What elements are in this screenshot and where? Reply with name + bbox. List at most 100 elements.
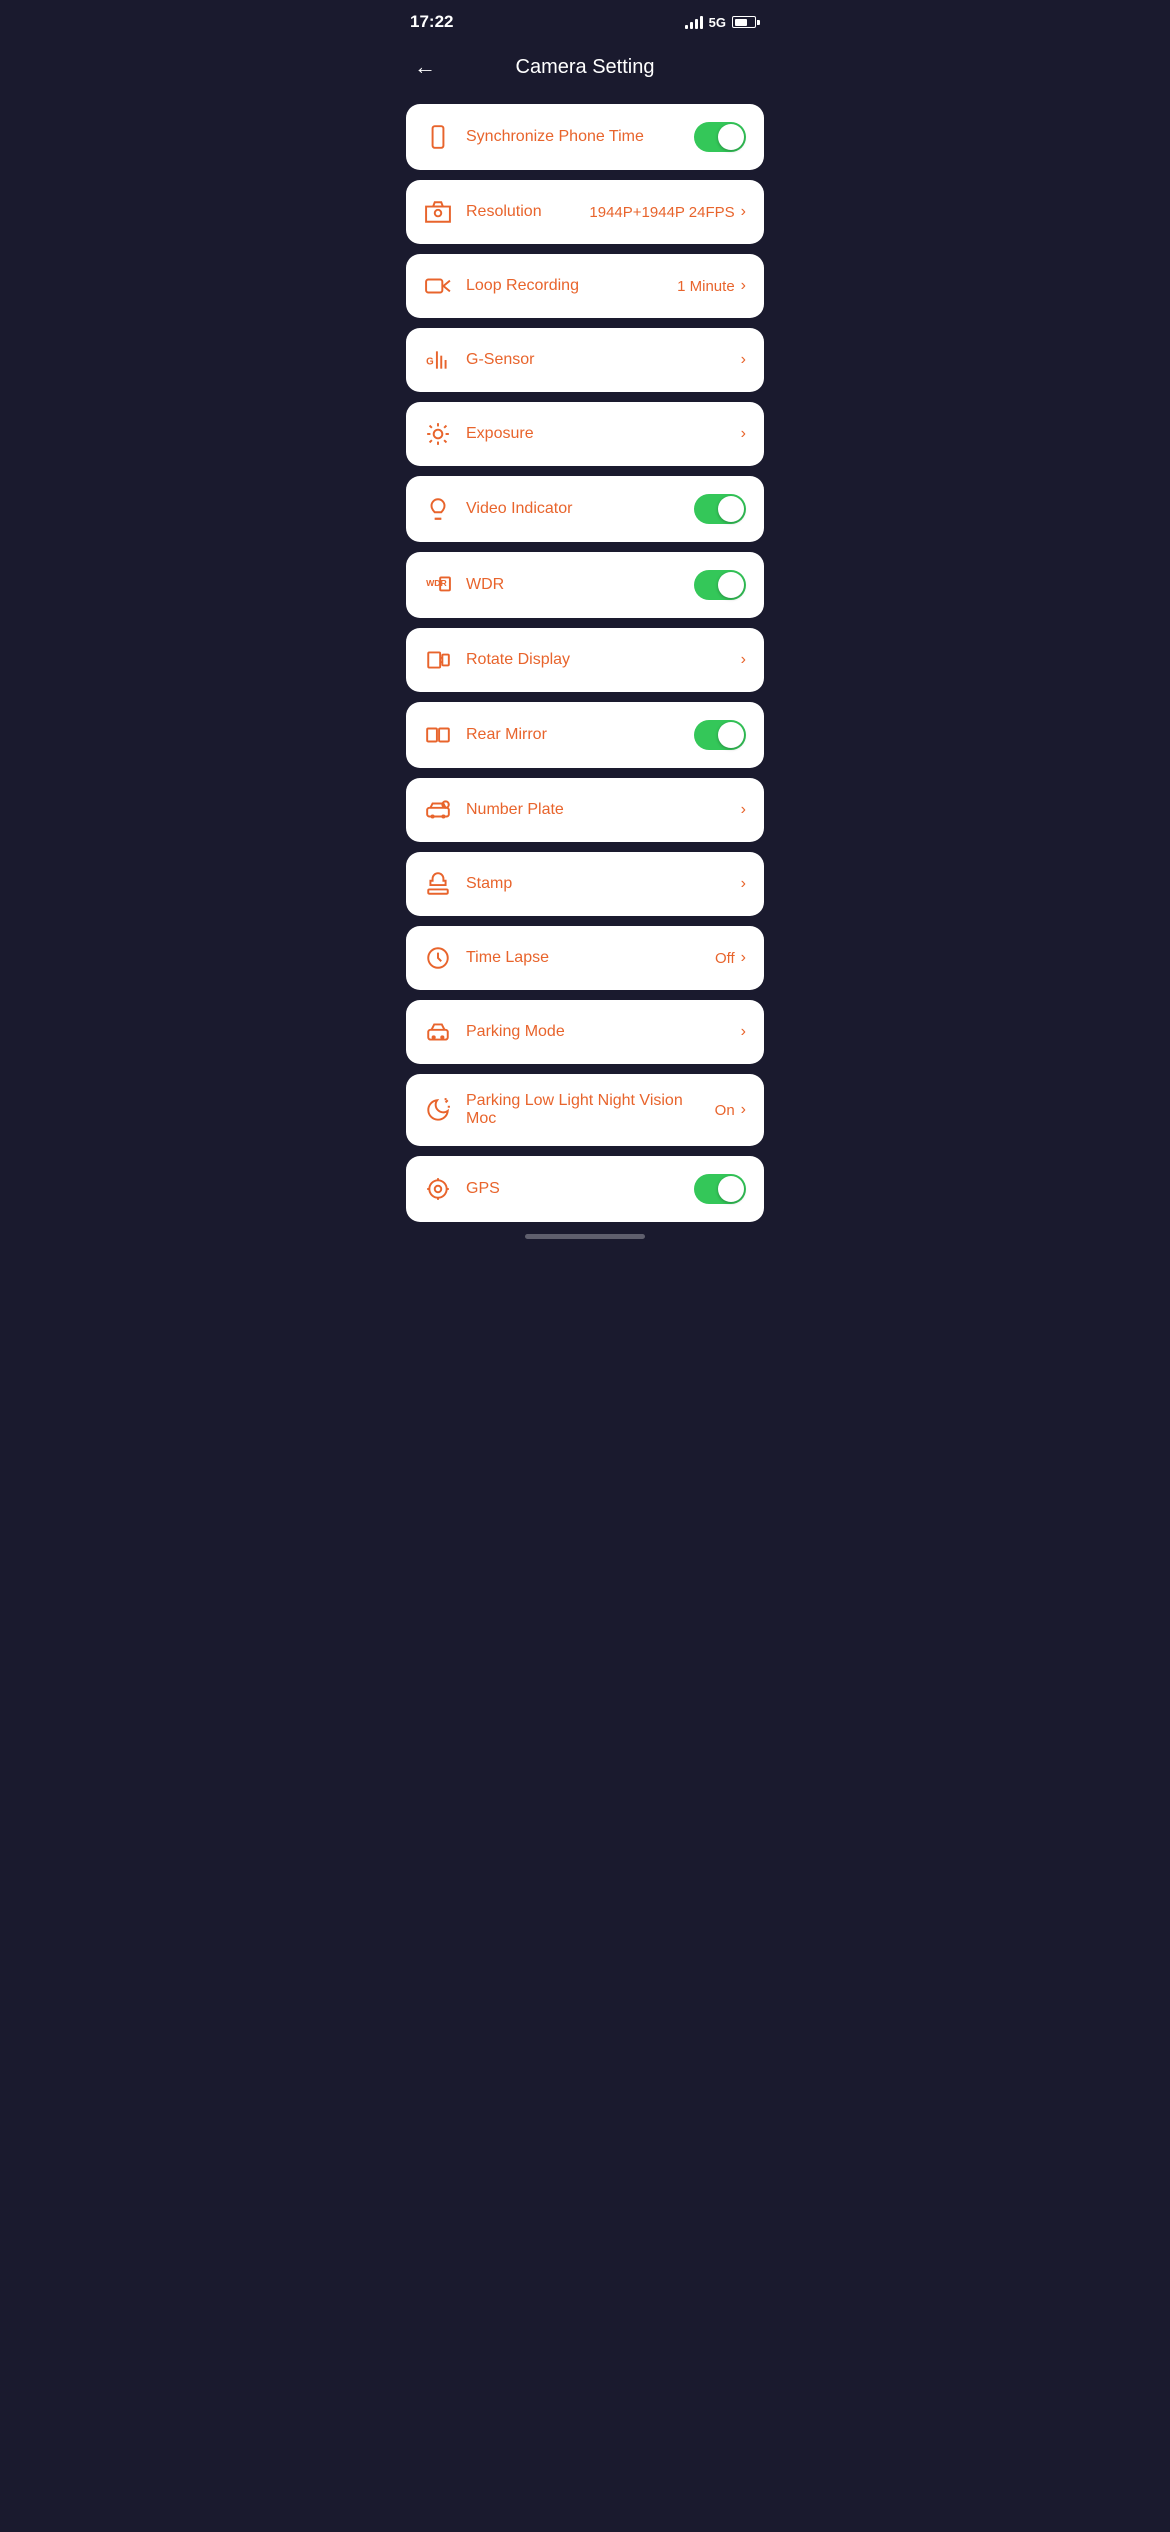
page-title: Camera Setting — [516, 56, 655, 79]
toggle-wdr[interactable] — [694, 570, 746, 600]
phone-icon — [424, 124, 452, 150]
setting-left: GPS — [424, 1176, 500, 1202]
setting-label-rotate-display: Rotate Display — [466, 651, 570, 669]
setting-right: › — [741, 425, 746, 443]
setting-right: › — [741, 351, 746, 369]
gsensor-icon: G — [424, 347, 452, 373]
timelapse-icon — [424, 945, 452, 971]
camera-icon — [424, 199, 452, 225]
setting-left: G G-Sensor — [424, 347, 534, 373]
setting-right: › — [741, 1023, 746, 1041]
sun-icon — [424, 421, 452, 447]
setting-item-parking-night-vision[interactable]: Parking Low Light Night Vision MocOn › — [406, 1074, 764, 1146]
chevron-icon-g-sensor: › — [741, 351, 746, 369]
setting-label-gps: GPS — [466, 1180, 500, 1198]
network-label: 5G — [709, 15, 726, 30]
car-settings-icon — [424, 797, 452, 823]
setting-left: Rear Mirror — [424, 722, 547, 748]
setting-left: Exposure — [424, 421, 534, 447]
setting-right — [694, 570, 746, 600]
setting-right: On › — [715, 1101, 746, 1119]
setting-right — [694, 720, 746, 750]
wdr-icon: WDR — [424, 572, 452, 598]
setting-label-wdr: WDR — [466, 576, 504, 594]
gps-icon — [424, 1176, 452, 1202]
setting-item-time-lapse[interactable]: Time Lapse Off › — [406, 926, 764, 990]
header: ← Camera Setting — [390, 40, 780, 104]
setting-right — [694, 122, 746, 152]
bulb-icon — [424, 496, 452, 522]
setting-label-stamp: Stamp — [466, 875, 512, 893]
rotate-icon — [424, 647, 452, 673]
toggle-rear-mirror[interactable] — [694, 720, 746, 750]
setting-item-loop-recording[interactable]: Loop Recording 1 Minute › — [406, 254, 764, 318]
setting-left: Synchronize Phone Time — [424, 124, 644, 150]
setting-item-stamp[interactable]: Stamp › — [406, 852, 764, 916]
setting-item-g-sensor[interactable]: G G-Sensor › — [406, 328, 764, 392]
setting-right: › — [741, 651, 746, 669]
home-bar — [525, 1234, 645, 1239]
moon-icon — [424, 1097, 452, 1123]
setting-item-number-plate[interactable]: Number Plate › — [406, 778, 764, 842]
setting-item-rotate-display[interactable]: Rotate Display › — [406, 628, 764, 692]
setting-left: WDR WDR — [424, 572, 504, 598]
setting-label-video-indicator: Video Indicator — [466, 500, 572, 518]
chevron-icon-stamp: › — [741, 875, 746, 893]
setting-left: Parking Mode — [424, 1019, 565, 1045]
signal-bars-icon — [685, 15, 703, 29]
setting-left: Parking Low Light Night Vision Moc — [424, 1092, 715, 1128]
setting-label-g-sensor: G-Sensor — [466, 351, 534, 369]
setting-item-parking-mode[interactable]: Parking Mode › — [406, 1000, 764, 1064]
setting-left: Stamp — [424, 871, 512, 897]
setting-label-parking-mode: Parking Mode — [466, 1023, 565, 1041]
chevron-icon-parking-mode: › — [741, 1023, 746, 1041]
setting-item-rear-mirror[interactable]: Rear Mirror — [406, 702, 764, 768]
setting-right: › — [741, 801, 746, 819]
toggle-gps[interactable] — [694, 1174, 746, 1204]
setting-item-sync-phone-time[interactable]: Synchronize Phone Time — [406, 104, 764, 170]
status-right: 5G — [685, 15, 760, 30]
setting-right: Off › — [715, 949, 746, 967]
chevron-icon-loop-recording: › — [741, 277, 746, 295]
setting-label-number-plate: Number Plate — [466, 801, 564, 819]
stamp-icon — [424, 871, 452, 897]
setting-left: Resolution — [424, 199, 542, 225]
settings-list: Synchronize Phone Time Resolution 1944P+1… — [390, 104, 780, 1222]
setting-value-loop-recording: 1 Minute — [677, 278, 735, 295]
setting-right — [694, 494, 746, 524]
setting-right: 1944P+1944P 24FPS › — [589, 203, 746, 221]
chevron-icon-rotate-display: › — [741, 651, 746, 669]
setting-left: Time Lapse — [424, 945, 549, 971]
setting-left: Video Indicator — [424, 496, 572, 522]
setting-left: Number Plate — [424, 797, 564, 823]
chevron-icon-time-lapse: › — [741, 949, 746, 967]
setting-item-wdr[interactable]: WDR WDR — [406, 552, 764, 618]
setting-value-resolution: 1944P+1944P 24FPS — [589, 204, 734, 221]
chevron-icon-resolution: › — [741, 203, 746, 221]
setting-right — [694, 1174, 746, 1204]
toggle-sync-phone-time[interactable] — [694, 122, 746, 152]
setting-right: 1 Minute › — [677, 277, 746, 295]
setting-item-gps[interactable]: GPS — [406, 1156, 764, 1222]
setting-right: › — [741, 875, 746, 893]
battery-icon — [732, 16, 760, 28]
parking-icon — [424, 1019, 452, 1045]
setting-label-resolution: Resolution — [466, 203, 542, 221]
setting-item-resolution[interactable]: Resolution 1944P+1944P 24FPS › — [406, 180, 764, 244]
setting-value-parking-night-vision: On — [715, 1102, 735, 1119]
setting-label-parking-night-vision: Parking Low Light Night Vision Moc — [466, 1092, 715, 1128]
back-button[interactable]: ← — [410, 50, 440, 84]
chevron-icon-parking-night-vision: › — [741, 1101, 746, 1119]
setting-label-time-lapse: Time Lapse — [466, 949, 549, 967]
setting-label-loop-recording: Loop Recording — [466, 277, 579, 295]
setting-label-exposure: Exposure — [466, 425, 534, 443]
svg-text:WDR: WDR — [426, 578, 447, 588]
setting-label-rear-mirror: Rear Mirror — [466, 726, 547, 744]
setting-item-video-indicator[interactable]: Video Indicator — [406, 476, 764, 542]
setting-value-time-lapse: Off — [715, 950, 735, 967]
setting-item-exposure[interactable]: Exposure › — [406, 402, 764, 466]
status-time: 17:22 — [410, 12, 453, 32]
setting-label-sync-phone-time: Synchronize Phone Time — [466, 128, 644, 146]
svg-text:G: G — [426, 356, 434, 367]
toggle-video-indicator[interactable] — [694, 494, 746, 524]
